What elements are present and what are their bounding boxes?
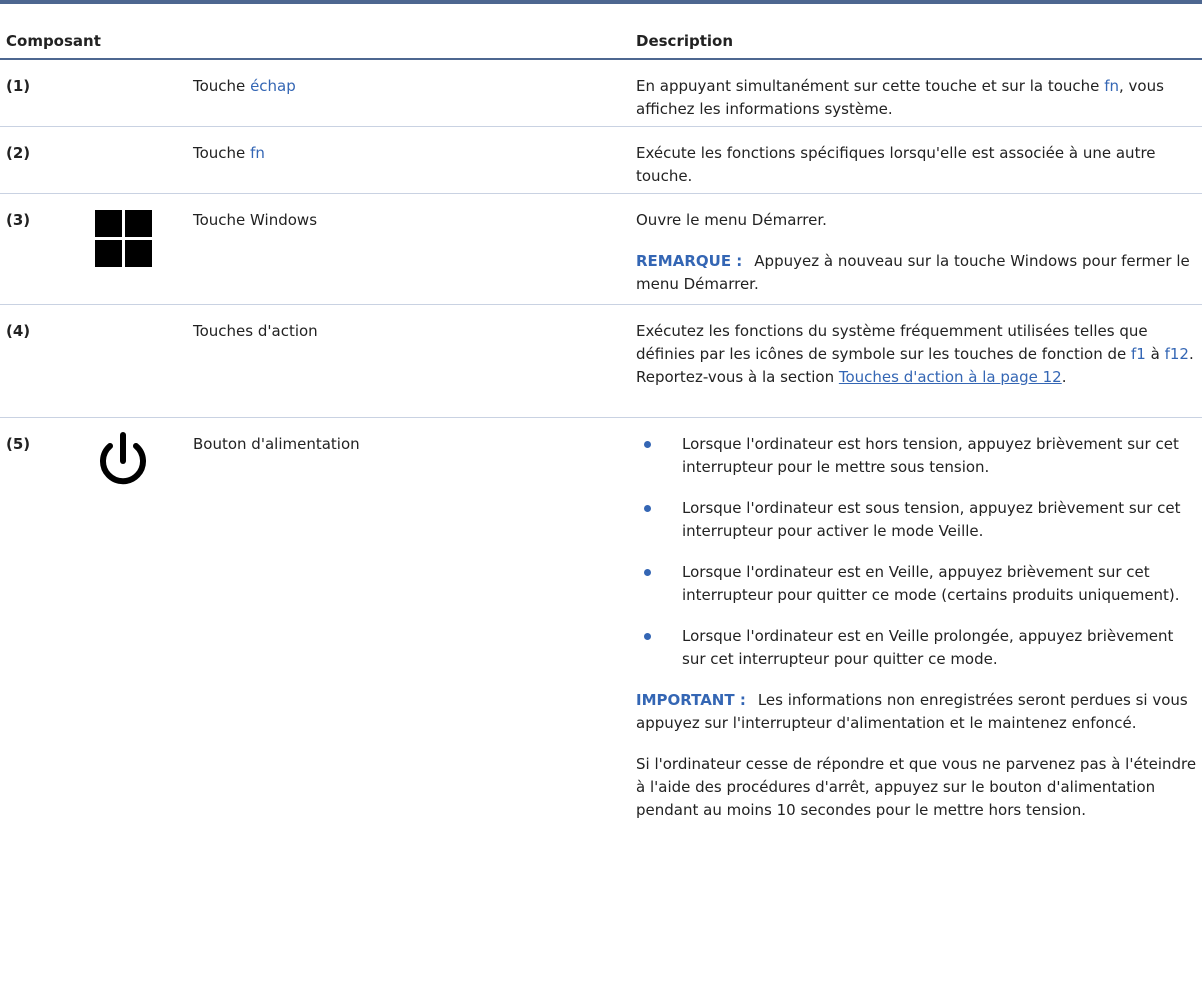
bullet-dot [644, 569, 651, 576]
header-description: Description [636, 32, 734, 50]
closing-text: Si l'ordinateur cesse de répondre et que… [636, 755, 1197, 819]
list-item: Lorsque l'ordinateur est en Veille prolo… [636, 625, 1198, 671]
table-row: (1) Touche échap En appuyant simultanéme… [0, 60, 1202, 127]
component-description: Lorsque l'ordinateur est hors tension, a… [636, 433, 1198, 822]
row-number: (5) [6, 435, 31, 453]
important-note: IMPORTANT : Les informations non enregist… [636, 689, 1198, 735]
list-item-text: Lorsque l'ordinateur est sous tension, a… [682, 499, 1181, 540]
component-name: Bouton d'alimentation [193, 435, 360, 453]
component-name: Touche Windows [193, 211, 318, 229]
bullet-list: Lorsque l'ordinateur est hors tension, a… [636, 433, 1198, 671]
power-icon [92, 430, 154, 499]
component-name: Touches d'action [193, 322, 318, 340]
name-prefix: Touche [193, 144, 251, 162]
key-name-fn: fn [1104, 77, 1119, 95]
key-name-echap: échap [250, 77, 296, 95]
key-name-f12: f12 [1164, 345, 1189, 363]
component-description: Ouvre le menu Démarrer. REMARQUE : Appuye… [636, 209, 1198, 296]
row-number: (4) [6, 322, 31, 340]
table-row: (2) Touche fn Exécute les fonctions spéc… [0, 127, 1202, 194]
windows-logo-icon [95, 208, 152, 267]
desc-text: En appuyant simultanément sur cette touc… [636, 77, 1105, 95]
component-name: Touche fn [193, 142, 265, 165]
component-description: Exécutez les fonctions du système fréque… [636, 320, 1198, 389]
header-component: Composant [6, 32, 101, 50]
desc-text: Ouvre le menu Démarrer. [636, 211, 827, 229]
component-name: Touche échap [193, 75, 296, 98]
desc-text: . [1061, 368, 1067, 386]
row-number: (1) [6, 77, 31, 95]
important-label: IMPORTANT : [636, 691, 746, 709]
table-header: Composant Description [0, 16, 1202, 60]
note-label: REMARQUE : [636, 252, 743, 270]
row-number: (2) [6, 144, 31, 162]
list-item-text: Lorsque l'ordinateur est en Veille, appu… [682, 563, 1180, 604]
bullet-dot [644, 505, 651, 512]
key-name-f1: f1 [1131, 345, 1146, 363]
list-item-text: Lorsque l'ordinateur est hors tension, a… [682, 435, 1179, 476]
components-table: Composant Description (1) Touche échap E… [0, 16, 1202, 978]
desc-text: Exécutez les fonctions du système fréque… [636, 322, 1148, 363]
list-item-text: Lorsque l'ordinateur est en Veille prolo… [682, 627, 1174, 668]
table-row: (4) Touches d'action Exécutez les foncti… [0, 305, 1202, 418]
name-prefix: Touche [193, 77, 251, 95]
table-row: (3) Touche Windows Ouvre le menu Démarre… [0, 194, 1202, 305]
note: REMARQUE : Appuyez à nouveau sur la touch… [636, 250, 1198, 296]
component-description: Exécute les fonctions spécifiques lorsqu… [636, 144, 1156, 185]
row-number: (3) [6, 211, 31, 229]
list-item: Lorsque l'ordinateur est en Veille, appu… [636, 561, 1198, 607]
list-item: Lorsque l'ordinateur est sous tension, a… [636, 497, 1198, 543]
key-name-fn: fn [250, 144, 265, 162]
bullet-dot [644, 441, 651, 448]
desc-text: à [1145, 345, 1165, 363]
action-keys-link[interactable]: Touches d'action à la page 12 [839, 368, 1062, 386]
bullet-dot [644, 633, 651, 640]
component-description: En appuyant simultanément sur cette touc… [636, 75, 1198, 121]
list-item: Lorsque l'ordinateur est hors tension, a… [636, 433, 1198, 479]
top-rule [0, 0, 1202, 4]
table-row: (5) Bouton d'alimentation Lorsque l'ordi… [0, 418, 1202, 978]
